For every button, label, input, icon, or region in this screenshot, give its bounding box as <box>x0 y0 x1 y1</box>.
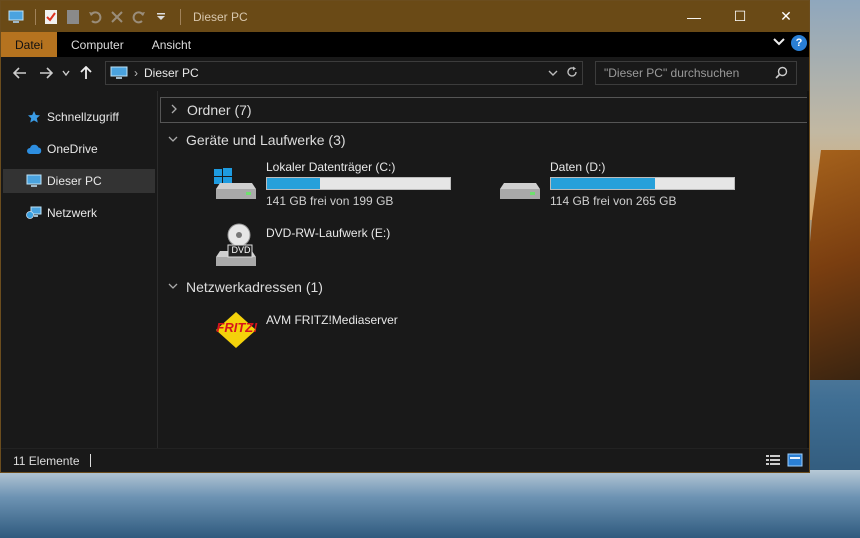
breadcrumb-separator: › <box>134 66 138 80</box>
main-area: Schnellzugriff OneDrive Dieser PC Netzwe… <box>1 91 809 448</box>
help-icon[interactable]: ? <box>791 35 807 51</box>
chevron-down-icon <box>166 281 180 293</box>
tab-ansicht[interactable]: Ansicht <box>138 32 205 57</box>
window-right-edge <box>807 91 809 448</box>
sidebar-item-dieser-pc[interactable]: Dieser PC <box>3 169 155 193</box>
forward-arrow-icon <box>40 67 53 79</box>
ribbon-right-tools: ? <box>773 35 807 51</box>
redo-icon[interactable] <box>130 8 148 26</box>
drive-free-space: 114 GB frei von 265 GB <box>550 194 677 208</box>
windows-drive-icon <box>212 157 262 205</box>
title-bar: Dieser PC — ☐ ✕ <box>1 1 809 32</box>
maximize-button[interactable]: ☐ <box>717 1 763 32</box>
forward-button[interactable] <box>33 61 59 85</box>
minimize-icon: — <box>687 8 701 25</box>
sidebar-item-label: Netzwerk <box>47 206 98 220</box>
up-arrow-icon <box>80 66 92 79</box>
window-title: Dieser PC <box>193 9 248 24</box>
tab-computer[interactable]: Computer <box>57 32 138 57</box>
sidebar-item-label: OneDrive <box>47 142 98 156</box>
sidebar-item-netzwerk[interactable]: Netzwerk <box>3 201 155 225</box>
search-input[interactable]: "Dieser PC" durchsuchen <box>595 61 797 85</box>
search-placeholder: "Dieser PC" durchsuchen <box>604 66 740 80</box>
content-pane: Ordner (7) Geräte und Laufwerke (3) Loka… <box>158 91 809 448</box>
sidebar-item-label: Schnellzugriff <box>47 110 119 124</box>
drive-name: DVD-RW-Laufwerk (E:) <box>266 226 391 240</box>
address-bar[interactable]: › Dieser PC <box>105 61 583 85</box>
address-dropdown-icon[interactable] <box>548 66 558 81</box>
network-icon <box>25 205 43 221</box>
drive-usage-fill <box>267 178 321 189</box>
chevron-right-icon <box>167 104 181 117</box>
computer-app-icon[interactable] <box>7 8 25 26</box>
back-arrow-icon <box>13 67 26 79</box>
undo-icon[interactable] <box>86 8 104 26</box>
sidebar-item-label: Dieser PC <box>47 174 102 188</box>
title-separator <box>180 8 181 25</box>
up-button[interactable] <box>73 61 99 85</box>
back-button[interactable] <box>7 61 33 85</box>
group-label: Netzwerkadressen (1) <box>186 279 323 295</box>
drive-usage-fill <box>551 178 656 189</box>
quick-access-separator <box>35 8 36 25</box>
group-label: Ordner (7) <box>187 102 252 118</box>
details-view-icon[interactable] <box>765 453 781 470</box>
breadcrumb-dieser-pc[interactable]: Dieser PC <box>144 66 199 80</box>
properties-icon[interactable] <box>42 8 60 26</box>
tiles-view-icon[interactable] <box>787 453 803 470</box>
navigation-bar: › Dieser PC "Dieser PC" durchsuchen <box>1 57 809 89</box>
chevron-down-icon <box>166 134 180 146</box>
network-location-name: AVM FRITZ!Mediaserver <box>266 313 398 327</box>
navigation-pane: Schnellzugriff OneDrive Dieser PC Netzwe… <box>1 91 158 448</box>
explorer-window: Dieser PC — ☐ ✕ Datei Computer Ansicht ? <box>0 0 810 473</box>
customize-quick-access-icon[interactable] <box>152 8 170 26</box>
group-netzwerkadressen[interactable]: Netzwerkadressen (1) <box>160 274 809 300</box>
drive-e-tile[interactable]: DVD DVD-RW-Laufwerk (E:) <box>212 223 390 271</box>
group-label: Geräte und Laufwerke (3) <box>186 132 346 148</box>
group-geraete[interactable]: Geräte und Laufwerke (3) <box>160 127 809 153</box>
maximize-icon: ☐ <box>733 8 747 24</box>
delete-icon[interactable] <box>108 8 126 26</box>
tab-datei[interactable]: Datei <box>1 32 58 57</box>
expand-ribbon-icon[interactable] <box>773 36 785 50</box>
view-toggle <box>765 453 803 470</box>
drive-usage-bar <box>266 177 451 190</box>
drive-usage-bar <box>550 177 735 190</box>
drive-icon <box>496 157 546 205</box>
drive-free-space: 141 GB frei von 199 GB <box>266 194 394 208</box>
sidebar-item-onedrive[interactable]: OneDrive <box>3 137 155 161</box>
window-controls: — ☐ ✕ <box>671 1 809 32</box>
search-icon[interactable] <box>775 66 788 82</box>
cloud-icon <box>25 141 43 157</box>
new-folder-icon[interactable] <box>64 8 82 26</box>
close-button[interactable]: ✕ <box>763 1 809 32</box>
drive-d-tile[interactable]: Daten (D:) 114 GB frei von 265 GB <box>496 157 735 208</box>
fritz-logo-text: FRITZ! <box>216 320 258 335</box>
chevron-down-icon <box>62 70 70 76</box>
refresh-icon[interactable] <box>566 66 578 81</box>
desktop-water <box>0 470 860 538</box>
drive-name: Lokaler Datenträger (C:) <box>266 160 396 174</box>
item-count: 11 Elemente <box>13 453 80 468</box>
fritz-icon: FRITZ! <box>212 310 262 358</box>
recent-locations-button[interactable] <box>59 61 73 85</box>
group-ordner[interactable]: Ordner (7) <box>160 97 809 123</box>
drive-c-tile[interactable]: Lokaler Datenträger (C:) 141 GB frei von… <box>212 157 451 208</box>
address-tools <box>548 66 578 81</box>
dvd-badge: DVD <box>231 245 251 255</box>
close-icon: ✕ <box>780 8 792 24</box>
star-icon <box>25 109 43 125</box>
fritz-mediaserver-tile[interactable]: FRITZ! AVM FRITZ!Mediaserver <box>212 310 398 358</box>
minimize-button[interactable]: — <box>671 1 717 32</box>
dvd-drive-icon: DVD <box>212 223 262 271</box>
ribbon-tabs: Datei Computer Ansicht ? <box>1 32 809 57</box>
computer-icon <box>110 66 128 79</box>
sidebar-item-schnellzugriff[interactable]: Schnellzugriff <box>3 105 155 129</box>
computer-icon <box>25 173 43 189</box>
status-bar: 11 Elemente <box>1 448 809 472</box>
status-divider <box>89 454 91 467</box>
drive-name: Daten (D:) <box>550 160 606 174</box>
